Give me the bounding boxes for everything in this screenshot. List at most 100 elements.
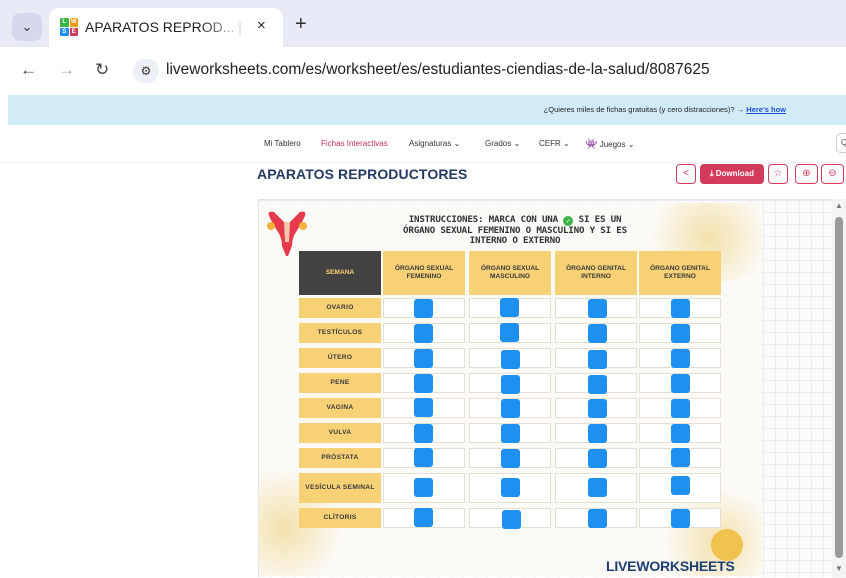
liveworksheets-logo: LIVEWORKSHEETS <box>606 558 735 574</box>
row-label-prostata: PRÓSTATA <box>299 448 381 468</box>
browser-window: ⌄ L W S E APARATOS REPROD... | Free Inte… <box>0 0 846 578</box>
checkbox-pene-femenino[interactable] <box>414 374 433 393</box>
nav-item-juegos-label: Juegos ⌄ <box>599 140 635 149</box>
checkbox-testiculos-externo[interactable] <box>671 324 690 343</box>
row-label-pene: PENE <box>299 373 381 393</box>
checkbox-vagina-femenino[interactable] <box>414 398 433 417</box>
reload-icon[interactable]: ↻ <box>95 60 109 80</box>
checkbox-clitoris-femenino[interactable] <box>414 508 433 527</box>
nav-item-fichas-interactivas[interactable]: Fichas Interactivas <box>321 139 388 148</box>
checkbox-vesicula-masculino[interactable] <box>501 478 520 497</box>
checkbox-prostata-femenino[interactable] <box>414 448 433 467</box>
header-masculino: ÓRGANO SEXUAL MASCULINO <box>469 251 551 295</box>
scrollbar[interactable]: ▲ ▼ <box>832 199 846 578</box>
checkbox-vesicula-femenino[interactable] <box>414 478 433 497</box>
star-icon[interactable]: ☆ <box>768 164 788 184</box>
checkbox-pene-externo[interactable] <box>671 374 690 393</box>
checkbox-vagina-interno[interactable] <box>588 399 607 418</box>
header-externo: ÓRGANO GENITAL EXTERNO <box>639 251 721 295</box>
checkbox-pene-masculino[interactable] <box>501 375 520 394</box>
row-label-clitoris: CLÍTORIS <box>299 508 381 528</box>
checkbox-prostata-masculino[interactable] <box>501 449 520 468</box>
active-tab[interactable]: L W S E APARATOS REPROD... | Free Inte × <box>49 8 283 47</box>
favicon-cell: L <box>60 18 69 27</box>
promo-message: ¿Quieres miles de fichas gratuitas (y ce… <box>543 105 745 114</box>
promo-text: ¿Quieres miles de fichas gratuitas (y ce… <box>544 105 786 114</box>
row-label-utero: ÚTERO <box>299 348 381 368</box>
url-field[interactable]: liveworksheets.com/es/worksheet/es/estud… <box>166 61 710 79</box>
scroll-down-arrow-icon[interactable]: ▼ <box>835 564 843 573</box>
nav-item-cefr[interactable]: CEFR ⌄ <box>539 139 570 148</box>
tab-bar: ⌄ L W S E APARATOS REPROD... | Free Inte… <box>0 0 846 47</box>
favicon-cell: E <box>69 27 78 36</box>
favicon-icon: L W S E <box>60 18 78 36</box>
checkbox-vulva-externo[interactable] <box>671 424 690 443</box>
forward-arrow-icon[interactable]: → <box>58 60 75 80</box>
address-bar: ← → ↻ ⚙ liveworksheets.com/es/worksheet/… <box>0 47 846 95</box>
instructions-line3: INTERNO O EXTERNO <box>469 234 561 246</box>
checkbox-vulva-femenino[interactable] <box>414 424 433 443</box>
header-interno: ÓRGANO GENITAL INTERNO <box>555 251 637 295</box>
scroll-thumb[interactable] <box>835 217 843 558</box>
checkbox-vagina-externo[interactable] <box>671 399 690 418</box>
promo-link[interactable]: Here's how <box>746 105 786 114</box>
favicon-cell: S <box>60 27 69 36</box>
tab-search-button[interactable]: ⌄ <box>12 13 42 41</box>
checkbox-vulva-masculino[interactable] <box>501 424 520 443</box>
row-label-vagina: VAGINA <box>299 398 381 418</box>
header-femenino: ÓRGANO SEXUAL FEMENINO <box>383 251 465 295</box>
row-label-vesicula-seminal: VESÍCULA SEMINAL <box>299 473 381 503</box>
checkbox-ovario-masculino[interactable] <box>500 298 519 317</box>
chevron-down-icon: ⌄ <box>21 19 33 34</box>
games-icon: 👾 <box>585 139 598 150</box>
checkbox-clitoris-interno[interactable] <box>588 509 607 528</box>
back-arrow-icon[interactable]: ← <box>20 60 37 80</box>
share-icon[interactable]: < <box>676 164 696 184</box>
promo-banner: ¿Quieres miles de fichas gratuitas (y ce… <box>8 95 846 125</box>
checkbox-utero-masculino[interactable] <box>501 350 520 369</box>
checkbox-ovario-externo[interactable] <box>671 299 690 318</box>
site-navigation: Mi Tablero Fichas Interactivas Asignatur… <box>0 125 846 163</box>
checkbox-utero-interno[interactable] <box>588 350 607 369</box>
nav-item-grados[interactable]: Grados ⌄ <box>485 139 520 148</box>
header-semana: SEMANA <box>299 251 381 295</box>
worksheet: INSTRUCCIONES: MARCA CON UNA ✓ SI ES UN … <box>259 203 762 576</box>
row-label-ovario: OVARIO <box>299 298 381 318</box>
checkbox-testiculos-femenino[interactable] <box>414 324 433 343</box>
checkbox-clitoris-externo[interactable] <box>671 509 690 528</box>
checkbox-utero-femenino[interactable] <box>414 349 433 368</box>
checkbox-prostata-externo[interactable] <box>671 448 690 467</box>
checkbox-prostata-interno[interactable] <box>588 449 607 468</box>
checkbox-vulva-interno[interactable] <box>588 424 607 443</box>
tab-title-fade <box>199 16 249 38</box>
checkbox-clitoris-masculino[interactable] <box>502 510 521 529</box>
new-tab-button[interactable]: + <box>295 13 307 36</box>
checkbox-vagina-masculino[interactable] <box>501 399 520 418</box>
checkbox-testiculos-interno[interactable] <box>588 324 607 343</box>
page-title: APARATOS REPRODUCTORES <box>257 166 468 182</box>
close-icon[interactable]: × <box>257 17 266 34</box>
download-button[interactable]: ⤓ Download <box>700 164 764 184</box>
checkbox-testiculos-masculino[interactable] <box>500 323 519 342</box>
site-info-icon[interactable]: ⚙ <box>133 59 159 83</box>
brand-badge-icon <box>711 529 743 561</box>
checkbox-utero-externo[interactable] <box>671 349 690 368</box>
favicon-cell: W <box>69 18 78 27</box>
scroll-up-arrow-icon[interactable]: ▲ <box>835 201 843 210</box>
search-icon[interactable]: Q <box>836 133 846 153</box>
zoom-in-icon[interactable]: ⊕ <box>795 164 818 184</box>
nav-item-juegos[interactable]: 👾 Juegos ⌄ <box>585 139 634 150</box>
instructions-line1a: INSTRUCCIONES: MARCA CON UNA <box>408 214 558 225</box>
checkbox-vesicula-externo[interactable] <box>671 476 690 495</box>
instructions-line1b: SI ES UN <box>578 214 622 225</box>
row-label-vulva: VULVA <box>299 423 381 443</box>
checkbox-ovario-femenino[interactable] <box>414 299 433 318</box>
nav-item-asignaturas[interactable]: Asignaturas ⌄ <box>409 139 460 148</box>
nav-item-mi-tablero[interactable]: Mi Tablero <box>264 139 301 148</box>
row-label-testiculos: TESTÍCULOS <box>299 323 381 343</box>
checkbox-vesicula-interno[interactable] <box>588 478 607 497</box>
zoom-out-icon[interactable]: ⊖ <box>821 164 844 184</box>
instructions: INSTRUCCIONES: MARCA CON UNA ✓ SI ES UN … <box>357 215 673 245</box>
checkbox-ovario-interno[interactable] <box>588 299 607 318</box>
checkbox-pene-interno[interactable] <box>588 375 607 394</box>
